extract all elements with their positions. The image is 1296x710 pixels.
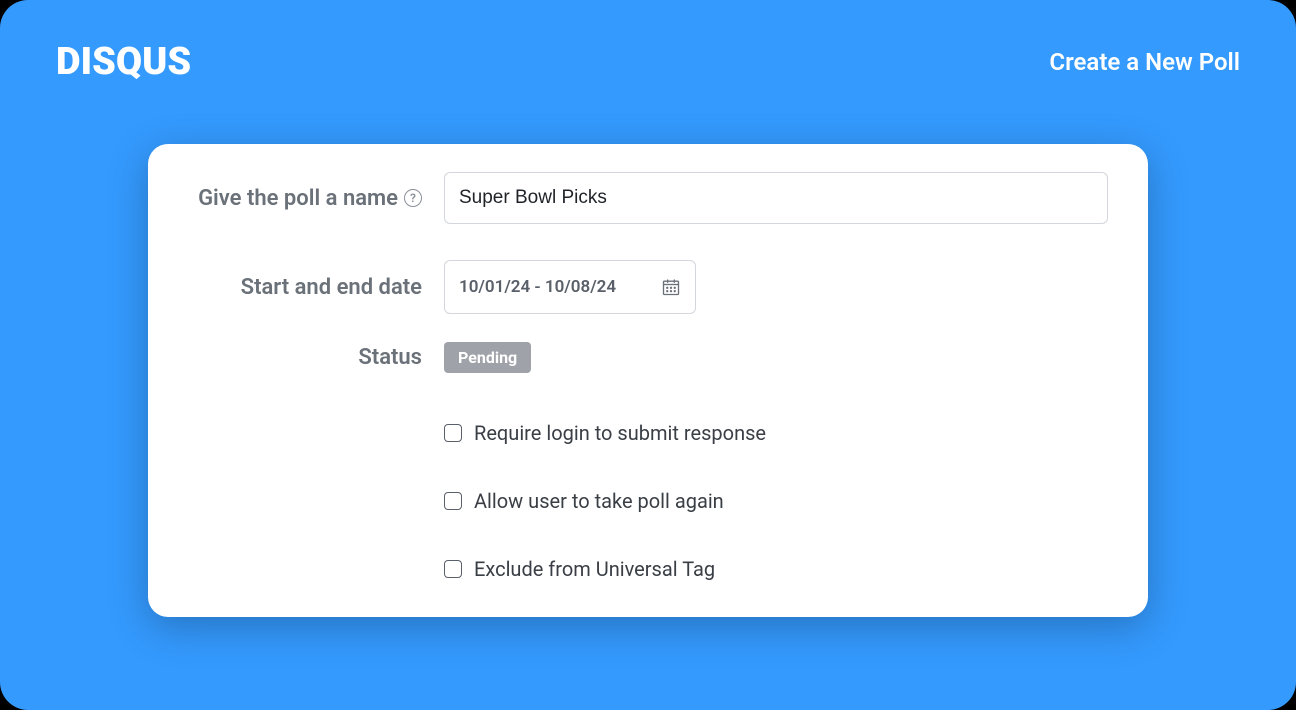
app-frame: DISQUS Create a New Poll Give the poll a… xyxy=(0,0,1296,710)
date-range-picker[interactable]: 10/01/24 - 10/08/24 xyxy=(444,260,696,314)
require-login-row: Require login to submit response xyxy=(188,421,1108,445)
exclude-tag-row: Exclude from Universal Tag xyxy=(188,557,1108,581)
disqus-logo: DISQUS xyxy=(56,40,191,84)
exclude-tag-label: Exclude from Universal Tag xyxy=(474,557,715,581)
status-badge: Pending xyxy=(444,342,531,373)
require-login-checkbox[interactable] xyxy=(444,424,462,442)
poll-name-input[interactable] xyxy=(444,172,1108,224)
retake-row: Allow user to take poll again xyxy=(188,489,1108,513)
checkbox-section: Require login to submit response Allow u… xyxy=(188,421,1108,581)
date-label: Start and end date xyxy=(241,275,422,300)
create-poll-link[interactable]: Create a New Poll xyxy=(1049,48,1240,76)
date-range-value: 10/01/24 - 10/08/24 xyxy=(459,277,616,297)
date-row: Start and end date 10/01/24 - 10/08/24 xyxy=(188,260,1108,314)
header: DISQUS Create a New Poll xyxy=(56,40,1240,84)
poll-name-row: Give the poll a name ? xyxy=(188,172,1108,224)
poll-name-label-text: Give the poll a name xyxy=(198,186,398,211)
calendar-icon xyxy=(661,277,681,297)
help-icon[interactable]: ? xyxy=(404,189,422,207)
exclude-tag-checkbox[interactable] xyxy=(444,560,462,578)
retake-checkbox[interactable] xyxy=(444,492,462,510)
status-label: Status xyxy=(358,345,422,370)
poll-name-label: Give the poll a name ? xyxy=(198,186,422,211)
status-row: Status Pending xyxy=(188,342,1108,373)
require-login-label: Require login to submit response xyxy=(474,421,766,445)
retake-label: Allow user to take poll again xyxy=(474,489,724,513)
poll-form-card: Give the poll a name ? Start and end dat… xyxy=(148,144,1148,617)
